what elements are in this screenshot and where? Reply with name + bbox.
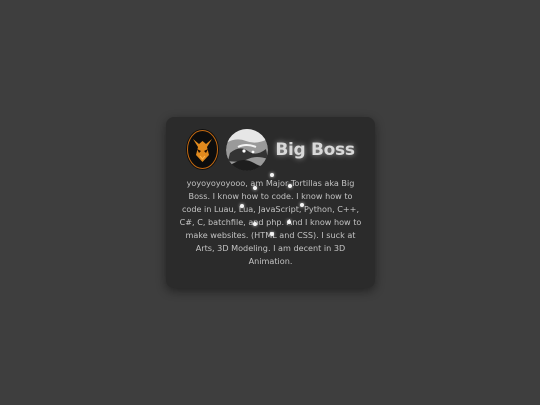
- snake-portrait-avatar: [226, 128, 269, 171]
- sparkle-particle: [253, 222, 257, 226]
- profile-header: Big Boss: [166, 128, 375, 171]
- sparkle-particle: [270, 232, 274, 236]
- sparkle-particle: [287, 220, 291, 224]
- profile-card: Big Boss yoyoyoyoyooo, am Major Tortilla…: [166, 117, 375, 288]
- sparkle-particle: [288, 184, 292, 188]
- sparkle-particle: [253, 186, 257, 190]
- profile-bio: yoyoyoyoyooo, am Major Tortillas aka Big…: [179, 178, 362, 266]
- fox-emblem-avatar: [186, 129, 220, 170]
- sparkle-particle: [300, 203, 304, 207]
- profile-name: Big Boss: [275, 139, 355, 160]
- sparkle-particle: [240, 204, 244, 208]
- page-background: Big Boss yoyoyoyoyooo, am Major Tortilla…: [0, 0, 540, 405]
- sparkle-particle: [270, 173, 274, 177]
